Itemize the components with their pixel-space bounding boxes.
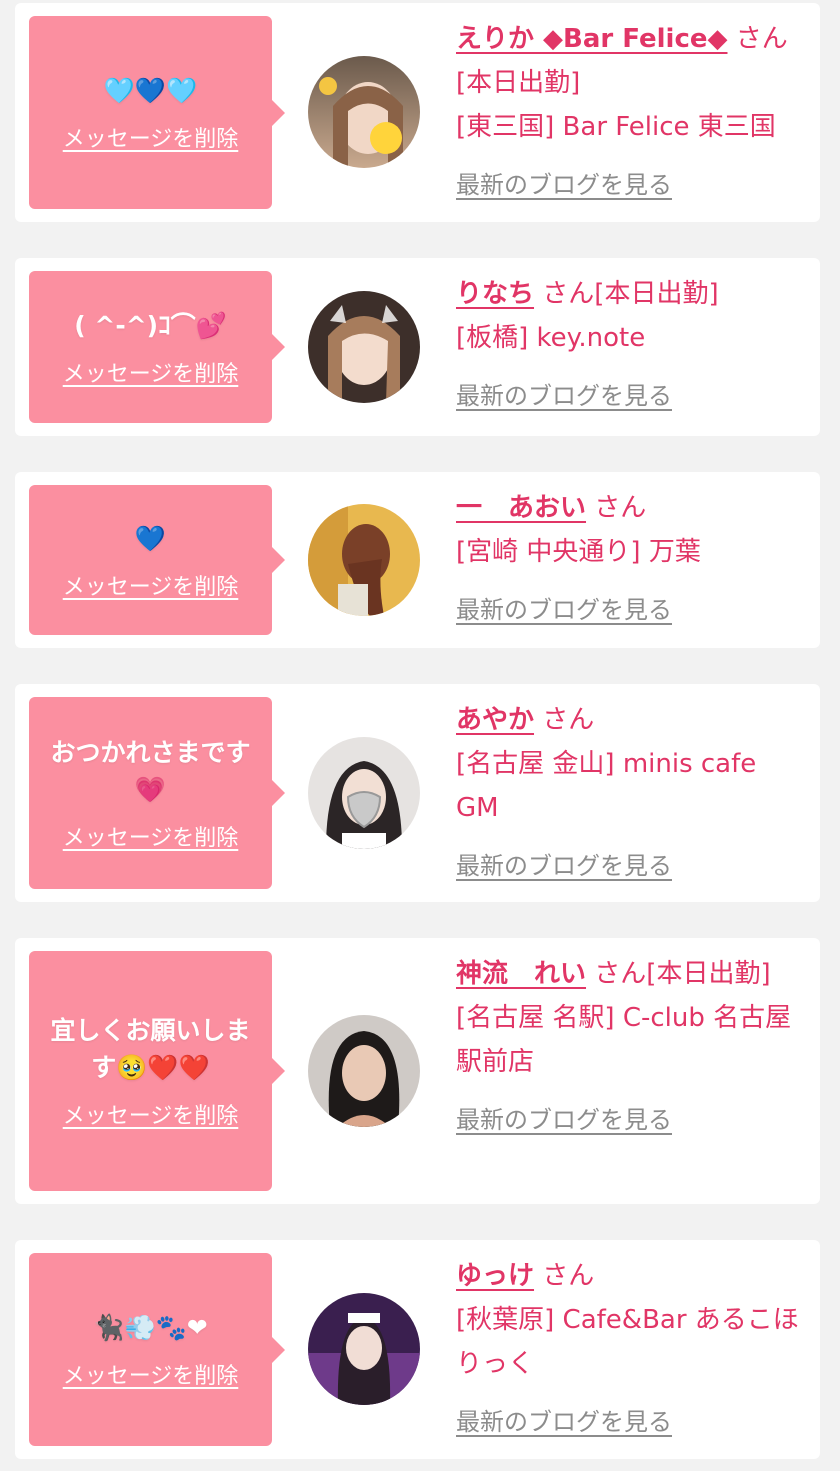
list-item: 💙 メッセージを削除 一 あおい さん [宮崎 中央通り] 万葉 最新のブログを…: [15, 472, 820, 648]
blog-link[interactable]: 最新のブログを見る: [456, 1400, 672, 1444]
delete-message-link[interactable]: メッセージを削除: [63, 356, 239, 388]
message-text: 宜しくお願いします🥹❤️❤️: [50, 1016, 251, 1082]
shop-name: [名古屋 金山] minis cafe GM: [456, 749, 757, 823]
message-bubble: ( ^-^)ｺ⌒💕 メッセージを削除: [29, 271, 285, 423]
item-info: ゆっけ さん [秋葉原] Cafe&Bar あるこほりっく 最新のブログを見る: [456, 1254, 800, 1444]
message-bubble: 🐈‍⬛💨🐾❤ メッセージを削除: [29, 1253, 285, 1446]
honorific: さん: [542, 705, 595, 735]
cast-name-link[interactable]: りなち: [456, 279, 534, 309]
message-text: 💙: [134, 523, 167, 553]
blog-link[interactable]: 最新のブログを見る: [456, 844, 672, 888]
blog-link[interactable]: 最新のブログを見る: [456, 163, 672, 207]
blog-link[interactable]: 最新のブログを見る: [456, 1098, 672, 1142]
shop-name: [秋葉原] Cafe&Bar あるこほりっく: [456, 1305, 799, 1379]
delete-message-link[interactable]: メッセージを削除: [63, 569, 239, 601]
item-info: あやか さん [名古屋 金山] minis cafe GM 最新のブログを見る: [456, 698, 800, 888]
honorific: さん: [594, 959, 647, 989]
work-status: [本日出勤]: [594, 279, 719, 309]
honorific: さん: [542, 1261, 595, 1291]
list-item: 宜しくお願いします🥹❤️❤️ メッセージを削除 神流 れい さん[本日出勤] […: [15, 938, 820, 1204]
work-status: [本日出勤]: [646, 959, 771, 989]
honorific: さん: [594, 493, 647, 523]
honorific: さん: [542, 279, 595, 309]
cast-name-link[interactable]: ゆっけ: [456, 1261, 534, 1291]
blog-link[interactable]: 最新のブログを見る: [456, 374, 672, 418]
item-info: 神流 れい さん[本日出勤] [名古屋 名駅] C-club 名古屋駅前店 最新…: [456, 952, 800, 1142]
delete-message-link[interactable]: メッセージを削除: [63, 121, 239, 153]
avatar[interactable]: [308, 1015, 420, 1127]
message-list: 🩵💙🩵 メッセージを削除 えりか ◆Bar Felice◆ さん[本日出勤] […: [0, 0, 840, 1471]
delete-message-link[interactable]: メッセージを削除: [63, 1358, 239, 1390]
shop-name: [名古屋 名駅] C-club 名古屋駅前店: [456, 1003, 792, 1077]
item-info: えりか ◆Bar Felice◆ さん [本日出勤] [東三国] Bar Feli…: [456, 17, 800, 207]
message-bubble: 💙 メッセージを削除: [29, 485, 285, 635]
avatar[interactable]: [308, 504, 420, 616]
cast-name-link[interactable]: あやか: [456, 705, 534, 735]
honorific: さん: [735, 24, 788, 54]
message-bubble: おつかれさまです💗 メッセージを削除: [29, 697, 285, 889]
work-status: [本日出勤]: [456, 68, 581, 98]
message-bubble: 宜しくお願いします🥹❤️❤️ メッセージを削除: [29, 951, 285, 1191]
delete-message-link[interactable]: メッセージを削除: [63, 820, 239, 852]
avatar[interactable]: [308, 56, 420, 168]
item-info: 一 あおい さん [宮崎 中央通り] 万葉 最新のブログを見る: [456, 486, 800, 632]
message-text: おつかれさまです💗: [50, 738, 251, 804]
avatar[interactable]: [308, 1293, 420, 1405]
cast-name-link[interactable]: えりか ◆Bar Felice◆: [456, 24, 728, 54]
list-item: 🩵💙🩵 メッセージを削除 えりか ◆Bar Felice◆ さん [本日出勤] […: [15, 3, 820, 222]
cast-name-link[interactable]: 神流 れい: [456, 959, 586, 989]
avatar[interactable]: [308, 737, 420, 849]
item-info: りなち さん[本日出勤] [板橋] key.note 最新のブログを見る: [456, 272, 800, 418]
cast-name-link[interactable]: 一 あおい: [456, 493, 586, 523]
message-bubble: 🩵💙🩵 メッセージを削除: [29, 16, 285, 209]
delete-message-link[interactable]: メッセージを削除: [63, 1098, 239, 1130]
shop-name: [宮崎 中央通り] 万葉: [456, 537, 701, 567]
shop-name: [板橋] key.note: [456, 323, 646, 353]
list-item: おつかれさまです💗 メッセージを削除 あやか さん [名古屋 金山] minis…: [15, 684, 820, 902]
message-text: ( ^-^)ｺ⌒💕: [74, 310, 227, 340]
avatar[interactable]: [308, 291, 420, 403]
list-item: ( ^-^)ｺ⌒💕 メッセージを削除 りなち さん[本日出勤] [板橋] key…: [15, 258, 820, 436]
shop-name: [東三国] Bar Felice 東三国: [456, 112, 776, 142]
message-text: 🩵💙🩵: [103, 76, 198, 105]
list-item: 🐈‍⬛💨🐾❤ メッセージを削除 ゆっけ さん [秋葉原] Cafe&Bar ある…: [15, 1240, 820, 1459]
message-text: 🐈‍⬛💨🐾❤: [93, 1313, 208, 1342]
blog-link[interactable]: 最新のブログを見る: [456, 588, 672, 632]
